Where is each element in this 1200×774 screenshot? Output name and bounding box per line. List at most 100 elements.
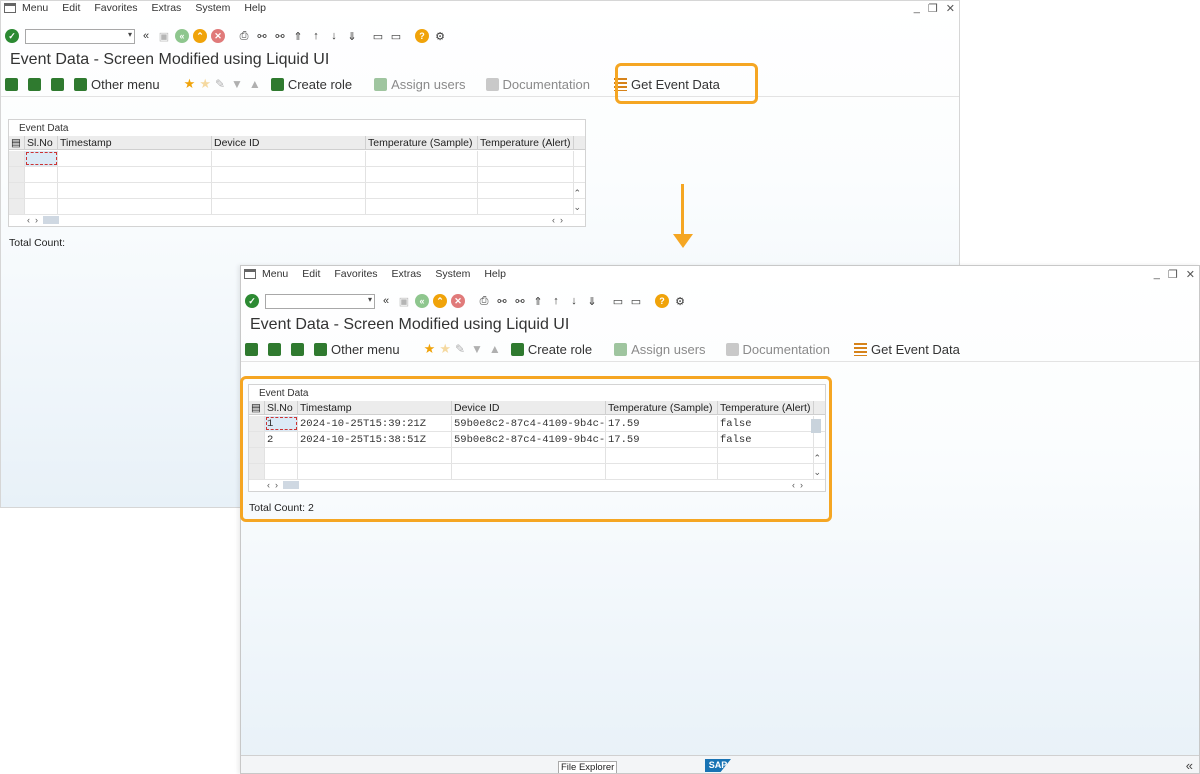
arrow-down-icon[interactable]: ▼ <box>231 77 243 91</box>
find-icon[interactable]: ⚯ <box>495 294 509 308</box>
get-event-data-button[interactable]: Get Event Data <box>854 342 960 357</box>
cancel-icon[interactable]: ✕ <box>211 29 225 43</box>
print-icon[interactable]: ⎙ <box>477 294 491 308</box>
column-header[interactable]: Sl.No <box>25 136 58 149</box>
horizontal-scrollbar-right[interactable]: ‹ › <box>552 214 563 226</box>
create-session-icon[interactable]: ▭ <box>371 29 385 43</box>
first-page-icon[interactable]: ⇑ <box>531 294 545 308</box>
previous-page-icon[interactable]: ↑ <box>309 29 323 43</box>
double-chevron-left-icon[interactable]: « <box>379 294 393 308</box>
add-favorite-icon[interactable]: ★ <box>184 76 196 92</box>
gear-icon[interactable]: ⚙ <box>673 294 687 308</box>
chevron-down-icon[interactable]: ▾ <box>368 295 372 304</box>
menu-item-system[interactable]: System <box>435 268 470 280</box>
favorite-icon[interactable]: ★ <box>439 341 451 357</box>
last-page-icon[interactable]: ⇓ <box>585 294 599 308</box>
favorite-icon[interactable]: ★ <box>199 76 211 92</box>
previous-page-icon[interactable]: ↑ <box>549 294 563 308</box>
arrow-up-icon[interactable]: ▲ <box>249 77 261 91</box>
column-header[interactable]: Temperature (Alert) <box>478 136 574 149</box>
find-icon[interactable]: ⚯ <box>255 29 269 43</box>
other-menu-button[interactable]: Other menu <box>314 342 400 357</box>
transfer-icon[interactable] <box>291 342 308 356</box>
double-chevron-left-icon[interactable]: « <box>1186 758 1193 773</box>
minimize-icon[interactable]: _ <box>1154 268 1160 281</box>
find-next-icon[interactable]: ⚯ <box>513 294 527 308</box>
menu-item-system[interactable]: System <box>195 2 230 14</box>
transfer-icon[interactable] <box>51 77 68 91</box>
menu-item-edit[interactable]: Edit <box>302 268 320 280</box>
minimize-icon[interactable]: _ <box>914 2 920 15</box>
pencil-icon[interactable]: ✎ <box>215 77 225 91</box>
enter-check-icon[interactable]: ✓ <box>5 29 19 43</box>
exit-icon[interactable]: ⌃ <box>433 294 447 308</box>
scroll-up-icon[interactable]: ⌃ <box>573 188 581 199</box>
menu-item-help[interactable]: Help <box>244 2 266 14</box>
add-favorite-icon[interactable]: ★ <box>424 341 436 357</box>
window-menu-icon[interactable] <box>244 269 256 279</box>
next-page-icon[interactable]: ↓ <box>327 29 341 43</box>
arrow-up-icon[interactable]: ▲ <box>489 342 501 356</box>
scroll-down-icon[interactable]: ⌄ <box>573 202 581 213</box>
last-page-icon[interactable]: ⇓ <box>345 29 359 43</box>
display-icon[interactable] <box>268 342 285 356</box>
back-icon[interactable]: « <box>415 294 429 308</box>
gear-icon[interactable]: ⚙ <box>433 29 447 43</box>
create-role-button[interactable]: Create role <box>510 342 592 357</box>
shortcut-icon[interactable]: ▭ <box>389 29 403 43</box>
close-icon[interactable]: ✕ <box>946 2 955 15</box>
user-icon[interactable] <box>5 77 22 91</box>
print-icon[interactable]: ⎙ <box>237 29 251 43</box>
display-icon[interactable] <box>28 77 45 91</box>
assign-users-button[interactable]: Assign users <box>614 342 706 357</box>
documentation-button[interactable]: Documentation <box>725 342 830 357</box>
application-toolbar: Other menu ★ ★ ✎ ▼ ▲ Create role Assign … <box>245 339 974 359</box>
other-menu-button[interactable]: Other menu <box>74 77 160 92</box>
table-row[interactable] <box>9 199 585 215</box>
documentation-button[interactable]: Documentation <box>485 77 590 92</box>
restore-icon[interactable]: ❐ <box>928 2 938 15</box>
enter-check-icon[interactable]: ✓ <box>245 294 259 308</box>
create-role-button[interactable]: Create role <box>270 77 352 92</box>
menu-item-menu[interactable]: Menu <box>262 268 288 280</box>
save-icon[interactable]: ▣ <box>397 294 411 308</box>
arrow-down-icon[interactable]: ▼ <box>471 342 483 356</box>
next-page-icon[interactable]: ↓ <box>567 294 581 308</box>
back-icon[interactable]: « <box>175 29 189 43</box>
table-row[interactable] <box>9 151 585 167</box>
command-field[interactable]: ▾ <box>25 28 135 44</box>
help-icon[interactable]: ? <box>655 294 669 308</box>
table-row[interactable] <box>9 167 585 183</box>
menu-item-edit[interactable]: Edit <box>62 2 80 14</box>
exit-icon[interactable]: ⌃ <box>193 29 207 43</box>
table-settings-icon[interactable]: ▤ <box>9 136 25 149</box>
save-icon[interactable]: ▣ <box>157 29 171 43</box>
help-icon[interactable]: ? <box>415 29 429 43</box>
command-field[interactable]: ▾ <box>265 293 375 309</box>
user-icon[interactable] <box>245 342 262 356</box>
close-icon[interactable]: ✕ <box>1186 268 1195 281</box>
menu-item-menu[interactable]: Menu <box>22 2 48 14</box>
assign-users-button[interactable]: Assign users <box>374 77 466 92</box>
chevron-down-icon[interactable]: ▾ <box>128 30 132 39</box>
create-session-icon[interactable]: ▭ <box>611 294 625 308</box>
menu-bar: Menu Edit Favorites Extras System Help _… <box>1 1 959 15</box>
menu-item-favorites[interactable]: Favorites <box>334 268 377 280</box>
column-header[interactable]: Device ID <box>212 136 366 149</box>
shortcut-icon[interactable]: ▭ <box>629 294 643 308</box>
table-row[interactable] <box>9 183 585 199</box>
horizontal-scrollbar[interactable]: ‹ › <box>27 214 59 226</box>
find-next-icon[interactable]: ⚯ <box>273 29 287 43</box>
column-header[interactable]: Temperature (Sample) <box>366 136 478 149</box>
menu-item-extras[interactable]: Extras <box>392 268 422 280</box>
cancel-icon[interactable]: ✕ <box>451 294 465 308</box>
menu-item-help[interactable]: Help <box>484 268 506 280</box>
menu-item-favorites[interactable]: Favorites <box>94 2 137 14</box>
window-menu-icon[interactable] <box>4 3 16 13</box>
pencil-icon[interactable]: ✎ <box>455 342 465 356</box>
double-chevron-left-icon[interactable]: « <box>139 29 153 43</box>
menu-item-extras[interactable]: Extras <box>152 2 182 14</box>
column-header[interactable]: Timestamp <box>58 136 212 149</box>
restore-icon[interactable]: ❐ <box>1168 268 1178 281</box>
first-page-icon[interactable]: ⇑ <box>291 29 305 43</box>
